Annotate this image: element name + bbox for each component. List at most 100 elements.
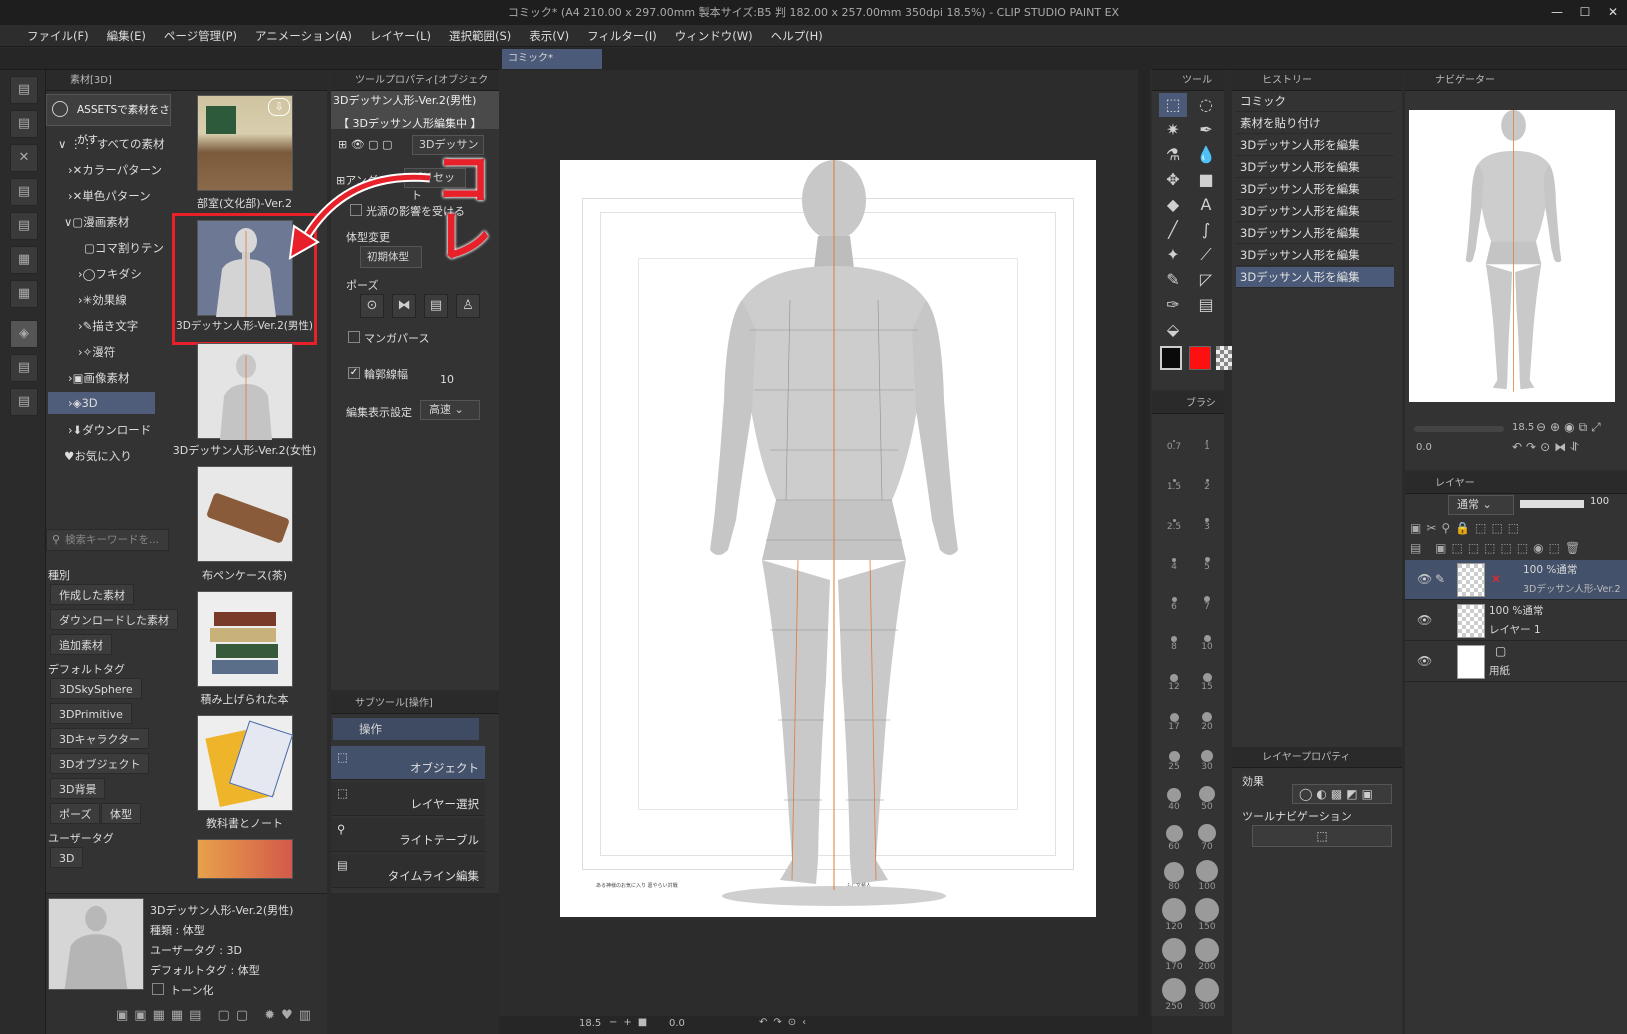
- dock-icon[interactable]: ▤: [10, 212, 38, 240]
- subtool-lighttable[interactable]: ⚲ ライトテーブル: [331, 818, 485, 852]
- tree-item-3d-selected[interactable]: [48, 392, 155, 414]
- navigator-controls[interactable]: 18.5 ⊖⊕◉⧉⤢ 0.0 ↶↷⊙⧓⥯: [1408, 420, 1622, 462]
- tag-background[interactable]: 3D背景: [50, 778, 106, 799]
- brush-size-cell[interactable]: 25: [1158, 740, 1190, 780]
- thumb-mannequin-female[interactable]: [197, 343, 293, 440]
- user-tag-3d[interactable]: 3D: [50, 847, 84, 868]
- eye-icon[interactable]: 👁: [1417, 572, 1432, 586]
- brush-size-cell[interactable]: 60: [1158, 820, 1190, 860]
- move-tool-icon[interactable]: ✥: [1159, 168, 1187, 192]
- brush-size-cell[interactable]: 80: [1158, 860, 1190, 900]
- menu-window[interactable]: ウィンドウ(W): [666, 25, 762, 47]
- brush-size-cell[interactable]: 300: [1191, 978, 1223, 1020]
- tree-item-drawn-text[interactable]: ›✎描き文字: [78, 318, 138, 334]
- dock-icon[interactable]: ▦: [10, 246, 38, 274]
- brush-size-cell[interactable]: 4: [1158, 540, 1190, 580]
- thumb-textbook[interactable]: [197, 715, 294, 811]
- thumb-pencase[interactable]: [197, 466, 293, 562]
- rotate-icons[interactable]: ↶↷⊙⧓⥯: [1512, 440, 1583, 455]
- brush-size-cell[interactable]: 150: [1191, 898, 1223, 940]
- history-item[interactable]: 素材を貼り付け: [1236, 113, 1394, 134]
- chip-downloaded[interactable]: ダウンロードした素材: [50, 609, 178, 630]
- tree-item-mono-pattern[interactable]: ›✕単色パターン: [68, 188, 151, 204]
- menu-selection[interactable]: 選択範囲(S): [440, 25, 520, 47]
- sub-color-swatch[interactable]: [1189, 346, 1211, 370]
- pose-flip-icon[interactable]: ⧓: [392, 294, 416, 318]
- menu-file[interactable]: ファイル(F): [18, 25, 98, 47]
- brush-size-cell[interactable]: 7: [1191, 580, 1223, 620]
- zoom-controls[interactable]: −+■: [609, 1017, 653, 1028]
- dock-icon[interactable]: ▤: [10, 388, 38, 416]
- brush-size-cell[interactable]: 100: [1191, 860, 1223, 900]
- brush-tool-icon[interactable]: ⟋: [1192, 243, 1220, 267]
- minimize-button[interactable]: —: [1545, 0, 1569, 25]
- brush-size-cell[interactable]: 15: [1191, 660, 1223, 700]
- tree-item-favorite[interactable]: ♥お気に入り: [64, 448, 132, 464]
- menu-layer[interactable]: レイヤー(L): [361, 25, 440, 47]
- brush-size-cell[interactable]: 0.7: [1158, 420, 1190, 460]
- pencil-tool-icon[interactable]: ✎: [1159, 268, 1187, 292]
- layer-row-paper[interactable]: 👁 ▢ 用紙: [1405, 642, 1627, 682]
- brush-size-cell[interactable]: 30: [1191, 740, 1223, 780]
- tool-nav-button[interactable]: ⬚: [1252, 825, 1392, 847]
- tone-checkbox[interactable]: [152, 983, 164, 995]
- navigator-preview[interactable]: [1409, 110, 1615, 402]
- text-tool-icon[interactable]: A: [1192, 193, 1220, 217]
- brush-size-cell[interactable]: 170: [1158, 938, 1190, 980]
- tree-item-panel[interactable]: ▢コマ割りテン: [84, 240, 164, 256]
- brush-size-cell[interactable]: 8: [1158, 620, 1190, 660]
- lasso-tool-icon[interactable]: ◌: [1192, 93, 1220, 117]
- tree-item-3d[interactable]: ›◈3D: [68, 396, 98, 410]
- tree-item-manpu[interactable]: ›✧漫符: [78, 344, 115, 360]
- dock-icon[interactable]: ✕: [10, 144, 38, 172]
- menu-filter[interactable]: フィルター(I): [578, 25, 666, 47]
- brush-size-cell[interactable]: 10: [1191, 620, 1223, 660]
- menu-page[interactable]: ページ管理(P): [155, 25, 246, 47]
- effect-buttons[interactable]: ◯◐▩◩▣: [1292, 784, 1392, 804]
- display-setting-select[interactable]: 高速 ⌄: [420, 400, 480, 420]
- tag-object[interactable]: 3Dオブジェクト: [50, 753, 150, 774]
- subtool-timeline[interactable]: ▤ タイムライン編集: [331, 854, 485, 888]
- menu-view[interactable]: 表示(V): [520, 25, 578, 47]
- tree-item-color-pattern[interactable]: ›✕カラーパターン: [68, 162, 162, 178]
- history-item[interactable]: 3Dデッサン人形を編集: [1236, 179, 1394, 200]
- sparkle-tool-icon[interactable]: ✦: [1159, 243, 1187, 267]
- tree-item-balloon[interactable]: ›◯フキダシ: [78, 266, 142, 282]
- outline-checkbox[interactable]: ✓: [348, 367, 360, 379]
- menu-edit[interactable]: 編集(E): [98, 25, 155, 47]
- dock-icon[interactable]: ▤: [10, 76, 38, 104]
- chip-created[interactable]: 作成した素材: [50, 584, 134, 605]
- subtool-group-tab[interactable]: 操作: [333, 718, 479, 740]
- main-color-swatch[interactable]: [1160, 346, 1182, 370]
- dock-icon-3d[interactable]: ◈: [10, 320, 38, 348]
- line-tool-icon[interactable]: ╱: [1159, 218, 1187, 242]
- layer-controls[interactable]: ⊞ 👁 ▢ ▢: [338, 138, 392, 151]
- brush-size-cell[interactable]: 1.5: [1158, 460, 1190, 500]
- material-footer-icons[interactable]: ▣▣▦▦▤ ▢▢ ✹♥▥: [116, 1008, 326, 1028]
- canvas-zoom[interactable]: 18.5: [579, 1018, 601, 1029]
- tag-body[interactable]: 体型: [101, 803, 141, 824]
- dock-icon[interactable]: ▦: [10, 280, 38, 308]
- brush-size-cell[interactable]: 12: [1158, 660, 1190, 700]
- canvas-rotation[interactable]: 0.0: [669, 1018, 685, 1029]
- eyedropper-icon[interactable]: ⚗: [1159, 143, 1187, 167]
- close-button[interactable]: ✕: [1601, 0, 1625, 25]
- tag-primitive[interactable]: 3DPrimitive: [50, 703, 132, 724]
- blend-mode-select[interactable]: 通常 ⌄: [1448, 495, 1514, 515]
- dock-icon[interactable]: ▤: [10, 110, 38, 138]
- bucket-icon[interactable]: ⬙: [1159, 318, 1187, 342]
- history-item[interactable]: 3Dデッサン人形を編集: [1236, 245, 1394, 266]
- tree-item-manga[interactable]: ∨▢漫画素材: [64, 214, 129, 230]
- comic-page[interactable]: ある神様のお気に入り 葛やらい対戦 ふじ文藝人: [560, 160, 1096, 917]
- material-search-input[interactable]: 検索キーワードを...: [46, 529, 169, 551]
- subtool-layer-select[interactable]: ⬚ レイヤー選択: [331, 782, 485, 816]
- manga-perspective-checkbox[interactable]: [348, 331, 360, 343]
- thumb-mannequin-male[interactable]: [197, 220, 293, 317]
- opacity-slider[interactable]: [1520, 500, 1584, 508]
- tree-item-download[interactable]: ›⬇ダウンロード: [68, 422, 151, 438]
- brush-size-cell[interactable]: 17: [1158, 700, 1190, 740]
- history-item[interactable]: 3Dデッサン人形を編集: [1236, 135, 1394, 156]
- history-item[interactable]: 3Dデッサン人形を編集: [1236, 201, 1394, 222]
- pose-figure-icon[interactable]: ♙: [456, 294, 480, 318]
- pose-clipboard-icon[interactable]: ▤: [424, 294, 448, 318]
